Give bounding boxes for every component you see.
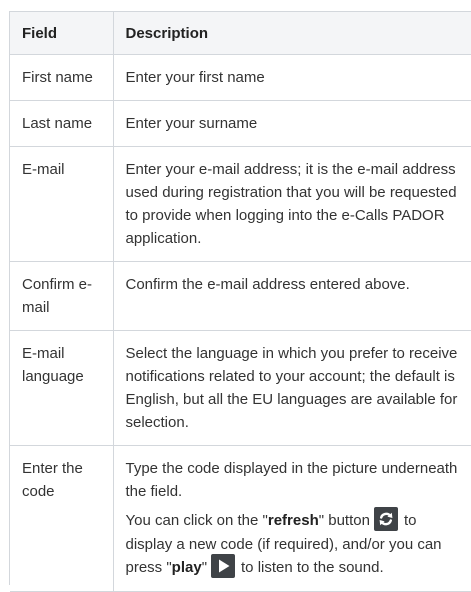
description-paragraph: Type the code displayed in the picture u… bbox=[125, 460, 458, 500]
description-cell: Enter your surname bbox=[113, 100, 471, 147]
text-fragment: " button bbox=[318, 512, 370, 529]
description-paragraph: You can click on the "refresh" button to … bbox=[125, 507, 465, 580]
description-cell: Confirm the e-mail address entered above… bbox=[113, 261, 471, 331]
play-label: play bbox=[171, 559, 202, 577]
fields-table-container: Field Description First name Enter your … bbox=[9, 11, 471, 592]
header-description: Description bbox=[113, 12, 471, 55]
table-row: E-mail Enter your e-mail address; it is … bbox=[10, 146, 471, 262]
description-cell: Select the language in which you prefer … bbox=[113, 330, 471, 446]
table-row: Last name Enter your surname bbox=[10, 100, 471, 147]
field-cell: E-mail bbox=[10, 146, 114, 262]
table-row: First name Enter your first name bbox=[10, 54, 471, 101]
text-fragment: You can click on the " bbox=[125, 512, 268, 529]
fields-table: Field Description First name Enter your … bbox=[10, 12, 471, 592]
description-cell: Type the code displayed in the picture u… bbox=[113, 445, 471, 592]
refresh-label: refresh bbox=[267, 512, 319, 529]
description-cell: Enter your first name bbox=[113, 54, 471, 101]
description-cell: Enter your e-mail address; it is the e-m… bbox=[113, 146, 471, 262]
table-row: Confirm e-mail Confirm the e-mail addres… bbox=[10, 261, 471, 331]
field-cell: First name bbox=[10, 54, 114, 101]
field-cell: Last name bbox=[10, 100, 114, 147]
field-cell: Enter the code bbox=[10, 445, 114, 592]
refresh-icon bbox=[373, 507, 398, 532]
text-fragment: to listen to the sound. bbox=[241, 559, 384, 577]
table-row: E-mail language Select the language in w… bbox=[10, 330, 471, 446]
text-fragment: " bbox=[201, 559, 208, 577]
field-cell: Confirm e-mail bbox=[10, 261, 114, 331]
table-header-row: Field Description bbox=[10, 12, 471, 55]
table-row: Enter the code Type the code displayed i… bbox=[10, 445, 471, 592]
play-icon bbox=[211, 554, 236, 579]
header-field: Field bbox=[10, 12, 114, 55]
field-cell: E-mail language bbox=[10, 330, 114, 446]
